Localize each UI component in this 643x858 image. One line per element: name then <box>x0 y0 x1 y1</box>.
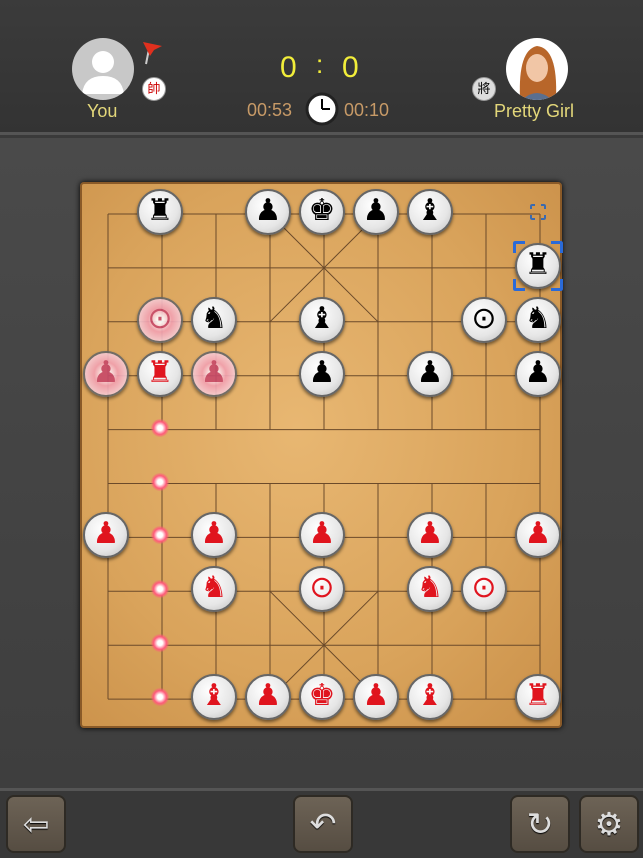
undo-button[interactable]: ↶ <box>293 795 353 853</box>
red-flag-icon <box>143 42 162 65</box>
player-name: You <box>87 101 118 121</box>
black-elephant-piece[interactable]: ♝ <box>299 296 345 343</box>
red-horse-piece[interactable]: ♞ <box>407 566 453 613</box>
black-elephant-piece[interactable]: ♝ <box>407 189 453 235</box>
black-king-piece[interactable]: ♚ <box>299 189 345 235</box>
move-hint-dot[interactable] <box>151 472 169 491</box>
red-advisor-piece[interactable]: ♟ <box>245 674 291 721</box>
red-rook-piece[interactable]: ♜ <box>515 674 561 721</box>
red-cannon-piece[interactable]: ⊙ <box>461 566 507 613</box>
red-elephant-piece[interactable]: ♝ <box>191 674 237 721</box>
red-rook-piece[interactable]: ♜ <box>137 350 183 397</box>
opponent-name: Pretty Girl <box>494 101 575 121</box>
user-silhouette-icon <box>82 51 124 94</box>
black-rook-piece[interactable]: ♜ <box>137 189 183 235</box>
girl-portrait-icon <box>519 46 557 100</box>
player-avatar[interactable] <box>72 38 134 100</box>
black-pawn-piece[interactable]: ♟ <box>407 350 453 397</box>
opponent-side-badge: 將 <box>472 77 496 101</box>
player-side-badge: 帥 <box>142 77 166 101</box>
clock-icon <box>305 92 339 126</box>
score-separator: : <box>316 49 324 79</box>
player-timer: 00:53 <box>247 100 293 120</box>
black-advisor-piece[interactable]: ♟ <box>245 189 291 235</box>
restart-button[interactable]: ↻ <box>510 795 570 853</box>
black-cannon-piece[interactable]: ⊙ <box>461 296 507 343</box>
red-pawn-piece-ghost[interactable]: ♟ <box>191 350 237 397</box>
score-right: 0 <box>342 51 359 84</box>
red-cannon-piece[interactable]: ⊙ <box>299 566 345 613</box>
black-advisor-piece[interactable]: ♟ <box>353 189 399 235</box>
red-horse-piece[interactable]: ♞ <box>191 566 237 613</box>
last-move-to-marker <box>513 240 563 291</box>
opponent-avatar[interactable] <box>506 38 568 100</box>
red-king-piece[interactable]: ♚ <box>299 674 345 721</box>
last-move-from-marker <box>530 204 546 220</box>
settings-button[interactable]: ⚙ <box>579 795 639 853</box>
red-advisor-piece[interactable]: ♟ <box>353 674 399 721</box>
back-button[interactable]: ⇦ <box>6 795 66 853</box>
opponent-timer: 00:10 <box>344 100 390 120</box>
move-hint-dot[interactable] <box>151 418 169 437</box>
black-horse-piece[interactable]: ♞ <box>191 296 237 343</box>
black-horse-piece[interactable]: ♞ <box>515 296 561 343</box>
red-pawn-piece-ghost[interactable]: ♟ <box>83 350 129 397</box>
red-cannon-piece-ghost[interactable]: ⊙ <box>137 296 183 343</box>
red-elephant-piece[interactable]: ♝ <box>407 674 453 721</box>
black-pawn-piece[interactable]: ♟ <box>299 350 345 397</box>
score-left: 0 <box>280 51 297 84</box>
move-hint-dot[interactable] <box>151 688 169 707</box>
black-pawn-piece[interactable]: ♟ <box>515 350 561 397</box>
